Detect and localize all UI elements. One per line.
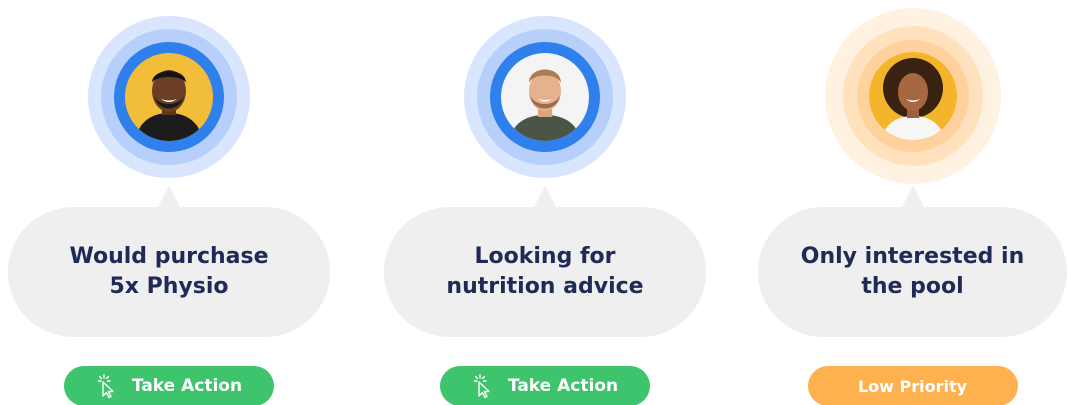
note-bubble: Would purchase 5x Physio bbox=[8, 207, 330, 337]
note-text: Only interested in the pool bbox=[793, 242, 1033, 302]
note-line-1: Only interested in bbox=[800, 244, 1025, 269]
lead-card-2: Looking for nutrition advice Take Action bbox=[384, 0, 706, 405]
avatar-halo bbox=[464, 16, 626, 178]
take-action-button[interactable]: Take Action bbox=[64, 366, 274, 405]
avatar-border bbox=[114, 42, 224, 152]
avatar-border bbox=[856, 40, 969, 152]
note-text: Looking for nutrition advice bbox=[425, 242, 665, 302]
take-action-button[interactable]: Take Action bbox=[440, 366, 650, 405]
avatar bbox=[501, 53, 589, 141]
note-line-2: 5x Physio bbox=[109, 274, 229, 299]
note-bubble: Only interested in the pool bbox=[758, 207, 1067, 337]
click-cursor-icon bbox=[473, 374, 490, 399]
low-priority-button[interactable]: Low Priority bbox=[807, 366, 1018, 405]
note-text: Would purchase 5x Physio bbox=[49, 242, 289, 302]
person-3-portrait bbox=[868, 52, 957, 140]
note-bubble: Looking for nutrition advice bbox=[384, 207, 706, 337]
click-cursor-icon bbox=[97, 374, 114, 399]
lead-card-3: Only interested in the pool Low Priority bbox=[758, 0, 1067, 405]
note-line-1: Would purchase bbox=[69, 244, 269, 269]
lead-cards: Would purchase 5x Physio Take Action Loo… bbox=[0, 0, 1067, 405]
avatar-ring bbox=[842, 26, 983, 166]
person-2-portrait bbox=[501, 53, 589, 141]
note-line-2: the pool bbox=[861, 274, 964, 299]
note-line-2: nutrition advice bbox=[446, 274, 644, 299]
take-action-label: Take Action bbox=[507, 376, 619, 396]
low-priority-label: Low Priority bbox=[857, 376, 968, 396]
avatar bbox=[125, 53, 213, 141]
lead-card-1: Would purchase 5x Physio Take Action bbox=[8, 0, 330, 405]
avatar-ring bbox=[477, 29, 613, 165]
avatar-halo bbox=[88, 16, 250, 178]
note-line-1: Looking for bbox=[474, 244, 616, 269]
take-action-label: Take Action bbox=[131, 376, 243, 396]
person-1-portrait bbox=[125, 53, 213, 141]
avatar-ring bbox=[101, 29, 237, 165]
avatar bbox=[868, 52, 957, 140]
avatar-halo bbox=[824, 8, 1001, 184]
avatar-border bbox=[490, 42, 600, 152]
